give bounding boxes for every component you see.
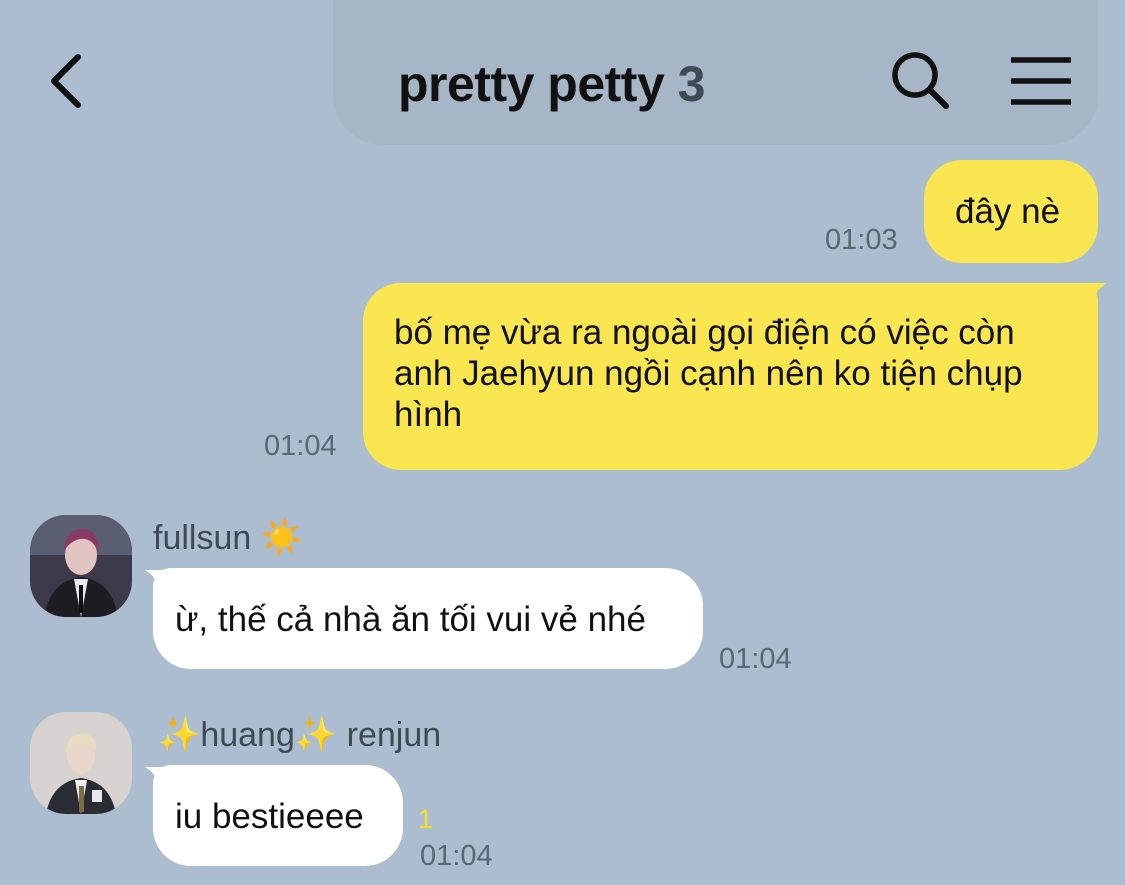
message-text: ừ, thế cả nhà ăn tối vui vẻ nhé xyxy=(175,600,646,639)
sender-name: fullsun ☀️ xyxy=(153,519,304,557)
hamburger-menu-icon xyxy=(1011,57,1071,105)
sender-name: ✨huang✨ renjun xyxy=(158,716,442,754)
incoming-message-bubble[interactable]: iu bestieeee xyxy=(153,765,403,866)
unread-count: 1 xyxy=(418,804,434,834)
message-time: 01:04 xyxy=(719,643,792,675)
incoming-message-bubble[interactable]: ừ, thế cả nhà ăn tối vui vẻ nhé xyxy=(153,568,703,669)
back-button[interactable] xyxy=(40,45,100,115)
avatar[interactable] xyxy=(30,712,132,814)
message-time: 01:04 xyxy=(420,840,493,872)
avatar-image xyxy=(30,515,132,617)
menu-button[interactable] xyxy=(1006,52,1076,112)
search-button[interactable] xyxy=(888,48,954,114)
my-message-bubble[interactable]: bố mẹ vừa ra ngoài gọi điện có việc còn … xyxy=(363,283,1098,470)
message-time: 01:04 xyxy=(264,430,337,462)
member-count: 3 xyxy=(677,56,706,112)
message-text: bố mẹ vừa ra ngoài gọi điện có việc còn … xyxy=(394,313,1023,434)
message-text: đây nè xyxy=(955,192,1061,231)
chevron-left-icon xyxy=(51,54,81,108)
avatar[interactable] xyxy=(30,515,132,617)
message-time: 01:03 xyxy=(825,224,898,256)
chat-title: pretty petty 3 xyxy=(398,55,705,113)
search-icon xyxy=(892,52,949,109)
message-text: iu bestieeee xyxy=(175,797,364,836)
chat-name: pretty petty xyxy=(398,56,665,112)
my-message-bubble[interactable]: đây nè xyxy=(924,160,1098,263)
avatar-image xyxy=(30,712,132,814)
